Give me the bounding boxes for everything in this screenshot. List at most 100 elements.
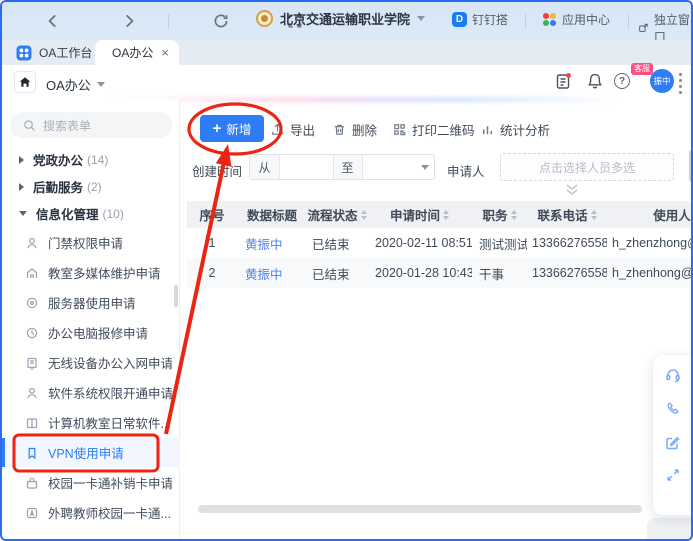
cell-index: 1 (187, 236, 237, 250)
sidebar-scrollbar[interactable] (174, 285, 178, 307)
sort-icon[interactable] (443, 210, 449, 220)
applicant-picker-input[interactable]: 点击选择人员多选 (500, 153, 674, 181)
trash-icon (332, 122, 347, 137)
refresh-icon[interactable] (212, 12, 230, 30)
cell-title-link[interactable]: 黄振中 (245, 264, 283, 283)
stats-button[interactable]: 统计分析 (480, 120, 550, 138)
cell-status: 已结束 (307, 264, 367, 283)
cell-title-link[interactable]: 黄振中 (245, 234, 283, 253)
todo-icon[interactable] (554, 72, 572, 90)
cell-apply-time: 2020-01-28 10:43 (367, 266, 472, 280)
print-qr-button[interactable]: 打印二维码 (392, 120, 475, 138)
cell-index: 2 (187, 266, 237, 280)
vertical-scrollbar[interactable] (689, 150, 693, 182)
chevron-down-icon (417, 16, 425, 21)
headset-icon[interactable] (664, 366, 682, 384)
col-header-apply-time[interactable]: 申请时间 (367, 205, 472, 224)
home-button[interactable] (14, 71, 36, 93)
table-header: 序号 数据标题 流程状态 申请时间 职务 联系电话 使用人 (187, 201, 693, 228)
server-icon (25, 296, 39, 310)
divider (628, 14, 629, 28)
delete-button[interactable]: 删除 (332, 120, 377, 138)
sidebar-item-campus-card[interactable]: 校园一卡通补销卡申请 (2, 468, 180, 497)
sidebar-item-classroom-media[interactable]: 教室多媒体维护申请 (2, 258, 180, 287)
sidebar-item-computer-room-software[interactable]: 计算机教室日常软件... (2, 408, 180, 437)
sidebar-group-party[interactable]: 党政办公 (14) (2, 146, 180, 173)
dingding-build-link[interactable]: D 钉钉搭 (452, 11, 508, 28)
col-header-duty[interactable]: 职务 (472, 205, 527, 224)
app-center-link[interactable]: 应用中心 (543, 11, 610, 28)
cell-duty: 测试测试 (472, 234, 527, 253)
cell-user: h_zhenhong@1 (607, 266, 693, 280)
app-title-dropdown[interactable]: OA办公 (46, 75, 105, 94)
browser-top-bar: 北京交通运输职业学院 D 钉钉搭 应用中心 独立窗口 (2, 2, 691, 40)
cell-duty: 干事 (472, 264, 527, 283)
col-header-title[interactable]: 数据标题 (237, 205, 307, 224)
avatar[interactable]: 振中 (650, 69, 674, 93)
date-to-prefix: 至 (333, 155, 363, 179)
sidebar-item-vpn[interactable]: VPN使用申请 (2, 438, 180, 467)
col-header-status[interactable]: 流程状态 (307, 205, 367, 224)
home-icon (18, 75, 32, 89)
col-header-index[interactable]: 序号 (187, 205, 237, 224)
sidebar-item-door-access[interactable]: 门禁权限申请 (2, 228, 180, 257)
sidebar-item-wireless-network[interactable]: 无线设备办公入网申请 (2, 348, 180, 377)
chevron-collapse-icon[interactable] (562, 183, 582, 197)
cell-phone: 13366276558 (527, 266, 607, 280)
chevron-down-icon[interactable] (415, 155, 434, 179)
create-time-label: 创建时间 (192, 161, 242, 180)
sort-icon[interactable] (511, 210, 517, 220)
sort-icon[interactable] (591, 210, 597, 220)
chevron-down-icon (19, 211, 27, 216)
horizontal-scrollbar[interactable] (198, 505, 642, 513)
back-icon[interactable] (44, 12, 62, 30)
table-row[interactable]: 2 黄振中 已结束 2020-01-28 10:43 干事 1336627655… (187, 258, 693, 288)
support-badge: 客服 (631, 63, 653, 75)
col-header-phone[interactable]: 联系电话 (527, 205, 607, 224)
building-icon (25, 266, 39, 280)
workbench-icon (16, 45, 32, 61)
close-icon[interactable]: × (161, 46, 169, 59)
org-switcher[interactable]: 北京交通运输职业学院 (256, 9, 425, 28)
app-center-icon (543, 13, 557, 27)
sidebar-item-server-use[interactable]: 服务器使用申请 (2, 288, 180, 317)
forward-icon[interactable] (120, 12, 138, 30)
grid-icon (25, 416, 39, 430)
date-from-input[interactable] (280, 155, 333, 179)
qr-code-icon (392, 122, 407, 137)
clock-icon (25, 326, 39, 340)
table-row[interactable]: 1 黄振中 已结束 2020-02-11 08:51 测试测试 13366276… (187, 228, 693, 258)
person-icon (25, 386, 39, 400)
cell-user: h_zhenzhong@ (607, 236, 693, 250)
export-icon (270, 122, 285, 137)
phone-icon[interactable] (664, 400, 682, 418)
tab-oa-office[interactable]: OA办公 × (95, 40, 179, 65)
bell-icon[interactable] (586, 72, 604, 90)
divider (168, 14, 169, 28)
date-range-picker[interactable]: 从 至 (249, 154, 435, 180)
sidebar-item-external-teacher-card[interactable]: 外聘教师校园一卡通... (2, 498, 180, 527)
date-to-input[interactable] (363, 155, 416, 179)
org-name: 北京交通运输职业学院 (280, 9, 410, 28)
app-window: 北京交通运输职业学院 D 钉钉搭 应用中心 独立窗口 (0, 0, 693, 541)
export-button[interactable]: 导出 (270, 120, 315, 138)
bookmark-icon (25, 446, 39, 460)
chevron-right-icon (19, 156, 24, 164)
help-icon[interactable]: ? (614, 73, 630, 89)
col-header-user[interactable]: 使用人 (607, 205, 693, 224)
edit-icon[interactable] (664, 434, 682, 452)
sidebar-group-logistics[interactable]: 后勤服务 (2) (2, 173, 180, 200)
resize-icon[interactable] (664, 466, 682, 484)
tab-workbench[interactable]: OA工作台 (16, 44, 92, 61)
sidebar-item-pc-repair[interactable]: 办公电脑报修申请 (2, 318, 180, 347)
person-icon (25, 236, 39, 250)
sidebar-group-it[interactable]: 信息化管理 (10) (2, 200, 180, 227)
sort-icon[interactable] (361, 210, 367, 220)
sidebar-item-software-permission[interactable]: 软件系统权限开通申请 (2, 378, 180, 407)
add-button[interactable]: + 新增 (200, 115, 264, 142)
open-window-icon (638, 21, 649, 35)
plus-icon: + (213, 121, 222, 136)
search-input[interactable]: 搜索表单 (10, 112, 172, 138)
applicant-label: 申请人 (447, 161, 485, 180)
more-dots-icon[interactable] (679, 73, 683, 97)
